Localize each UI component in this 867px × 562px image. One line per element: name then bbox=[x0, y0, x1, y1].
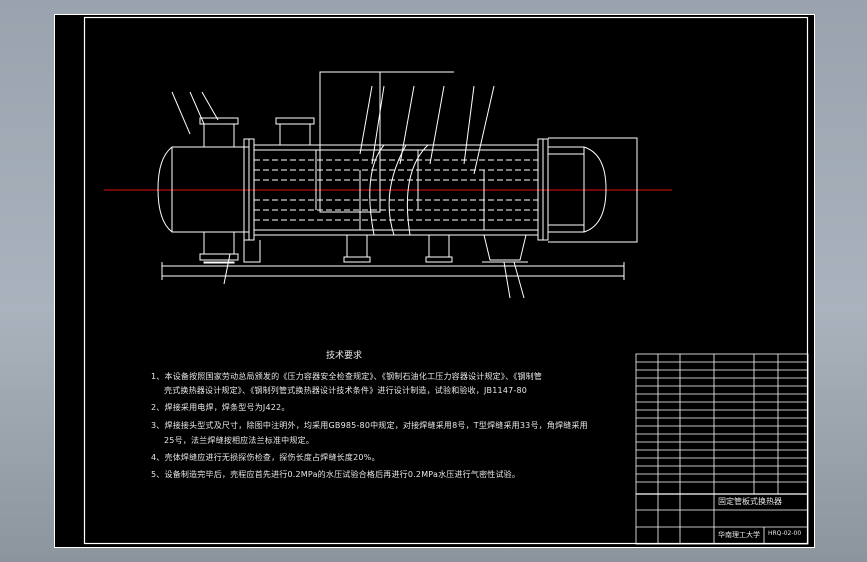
drawing-title: 固定管板式换热器 bbox=[718, 497, 782, 506]
drawing-number: HRQ-02-00 bbox=[768, 530, 802, 537]
tech-requirement-line: 2、焊接采用电焊，焊条型号为J422。 bbox=[151, 403, 290, 412]
tech-requirement-line: 4、壳体焊缝应进行无损探伤检查，探伤长度占焊缝长度20%。 bbox=[151, 453, 380, 462]
sheet-inner-border bbox=[83, 16, 809, 545]
tech-requirement-line: 5、设备制造完毕后，壳程应首先进行0.2MPa的水压试验合格后再进行0.2MPa… bbox=[151, 470, 521, 479]
tech-requirement-line: 25号，法兰焊缝按相应法兰标准中规定。 bbox=[164, 436, 314, 445]
school-name: 华南理工大学 bbox=[718, 531, 760, 539]
technical-requirements-title: 技术要求 bbox=[326, 351, 363, 361]
tech-requirement-line: 1、本设备按照国家劳动总局颁发的《压力容器安全检查规定》、《钢制石油化工压力容器… bbox=[151, 372, 543, 381]
cad-drawing-sheet bbox=[54, 14, 815, 548]
tech-requirement-line: 3、焊接接头型式及尺寸，除图中注明外，均采用GB985-80中规定，对接焊缝采用… bbox=[151, 421, 588, 430]
bottom-nozzle bbox=[428, 234, 450, 258]
drawing-viewport[interactable]: 技术要求 1、本设备按照国家劳动总局颁发的《压力容器安全检查规定》、《钢制石油化… bbox=[54, 14, 815, 548]
sheet-outer-border bbox=[54, 14, 815, 548]
saddle-support-left bbox=[243, 240, 261, 263]
top-nozzle-left bbox=[203, 123, 235, 148]
bottom-nozzle bbox=[346, 234, 368, 258]
heat-exchanger-assembly bbox=[157, 71, 638, 299]
top-nozzle-right bbox=[279, 123, 311, 146]
parts-list-frame bbox=[635, 353, 809, 545]
saddle-support-right bbox=[483, 234, 527, 261]
bottom-nozzle-left bbox=[203, 231, 235, 255]
tech-requirement-line: 壳式换热器设计规定》、《钢制列管式换热器设计技术条件》进行设计制造，试验和验收，… bbox=[164, 386, 528, 395]
title-block bbox=[635, 353, 809, 545]
